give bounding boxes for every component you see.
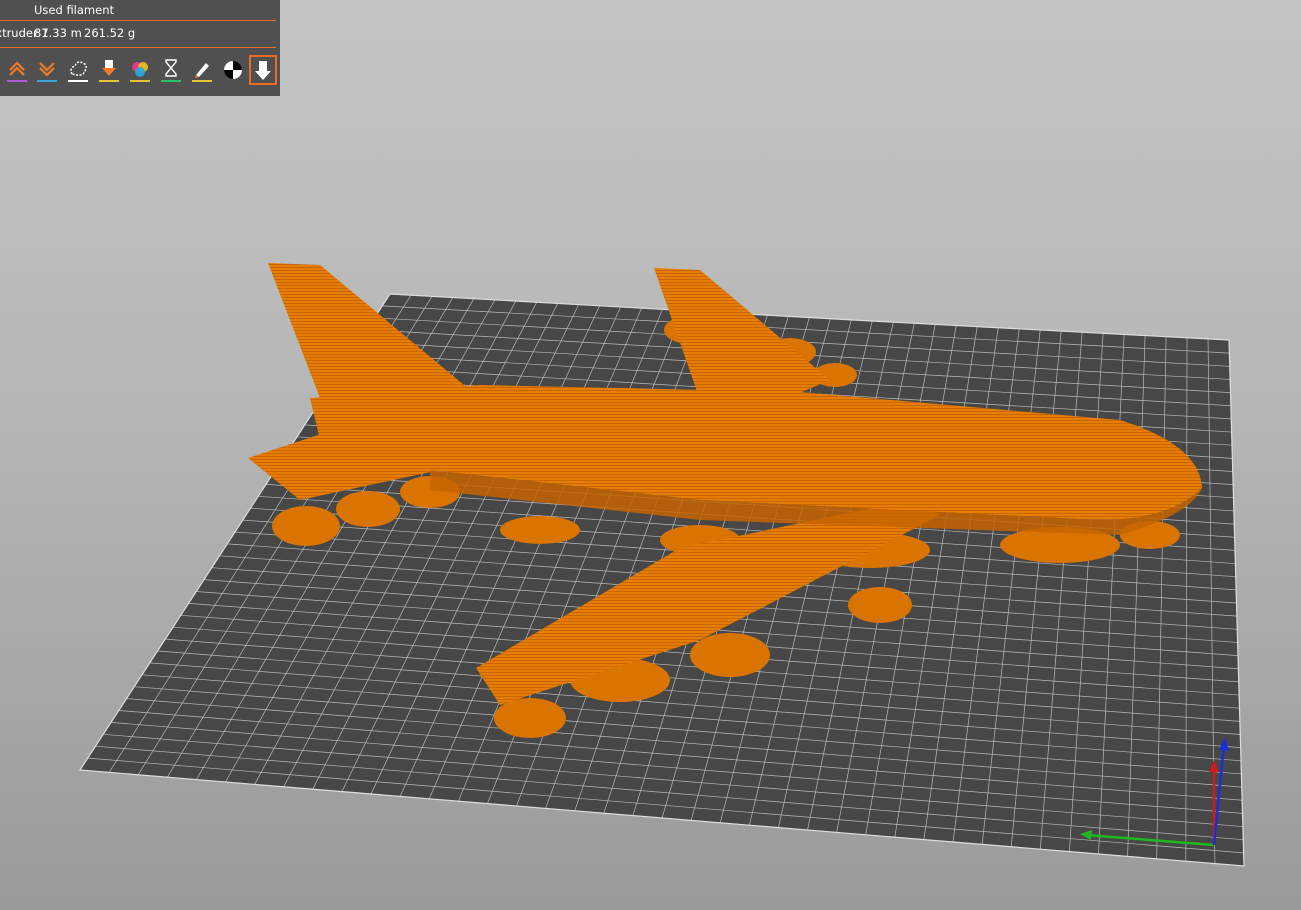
used-filament-weight: 261.52 g: [84, 26, 136, 40]
tool-changes-icon[interactable]: [127, 56, 153, 84]
3d-viewport[interactable]: [0, 0, 1301, 910]
legend-separator: [0, 20, 276, 21]
custom-gcodes-icon[interactable]: [189, 56, 215, 84]
legend-header: Used filament: [34, 3, 115, 17]
deretractions-icon[interactable]: [96, 56, 122, 84]
tool-marker-icon[interactable]: [249, 55, 277, 85]
travel-icon[interactable]: [4, 56, 30, 84]
scene[interactable]: [0, 0, 1301, 910]
center-of-gravity-icon[interactable]: [220, 56, 246, 84]
legend-panel: Used filament Extruder 1 87.33 m 261.52 …: [0, 0, 280, 96]
retractions-icon[interactable]: [65, 56, 91, 84]
pause-prints-icon[interactable]: [158, 56, 184, 84]
used-filament-length: 87.33 m: [34, 26, 82, 40]
wipe-icon[interactable]: [34, 56, 60, 84]
legend-separator: [0, 47, 276, 48]
